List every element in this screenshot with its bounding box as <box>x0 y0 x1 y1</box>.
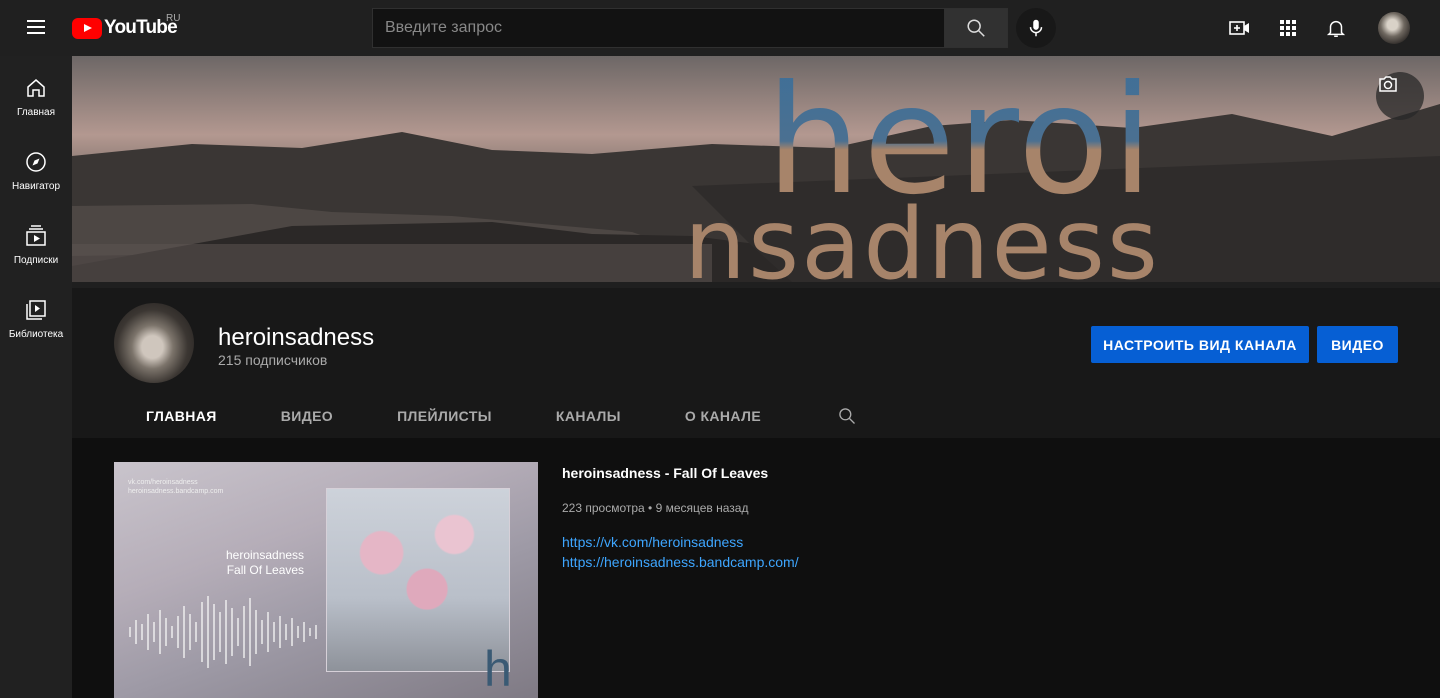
notifications-button[interactable] <box>1324 16 1348 40</box>
account-avatar[interactable] <box>1378 12 1410 44</box>
thumbnail-logo-letter: h <box>484 641 512 697</box>
svg-text:nsadness: nsadness <box>684 188 1160 282</box>
thumbnail-caption: vk.com/heroinsadness heroinsadness.bandc… <box>128 479 224 495</box>
sidebar-item-home[interactable]: Главная <box>0 56 72 130</box>
search-bar <box>372 8 1008 48</box>
channel-search-button[interactable] <box>823 392 871 440</box>
youtube-logo[interactable]: YouTube <box>72 17 178 39</box>
apps-button[interactable] <box>1276 16 1300 40</box>
tab-home[interactable]: ГЛАВНАЯ <box>114 392 249 440</box>
region-label: RU <box>166 13 181 24</box>
sidebar-item-label: Навигатор <box>11 181 61 192</box>
description-link-bandcamp[interactable]: https://heroinsadness.bandcamp.com/ <box>562 554 799 570</box>
featured-video-meta: 223 просмотра • 9 месяцев назад <box>562 501 749 515</box>
sidebar-item-label: Главная <box>16 107 56 118</box>
camera-icon <box>1379 76 1397 92</box>
tab-about[interactable]: О КАНАЛЕ <box>653 392 793 440</box>
featured-video-title[interactable]: heroinsadness - Fall Of Leaves <box>562 465 768 481</box>
featured-video-thumbnail[interactable]: vk.com/heroinsadness heroinsadness.bandc… <box>114 462 538 698</box>
channel-content: vk.com/heroinsadness heroinsadness.bandc… <box>72 438 1440 698</box>
sidebar-item-explore[interactable]: Навигатор <box>0 130 72 204</box>
customize-channel-button[interactable]: НАСТРОИТЬ ВИД КАНАЛА <box>1091 326 1309 363</box>
apps-grid-icon <box>1280 20 1296 36</box>
channel-avatar[interactable] <box>114 303 194 383</box>
home-icon <box>27 79 45 97</box>
banner-title: heroi nsadness <box>684 56 1160 282</box>
waveform-graphic <box>129 596 317 668</box>
album-cover-art <box>326 488 510 672</box>
search-input[interactable] <box>372 8 944 48</box>
tab-playlists[interactable]: ПЛЕЙЛИСТЫ <box>365 392 524 440</box>
channel-name: heroinsadness <box>218 324 375 351</box>
description-link-vk[interactable]: https://vk.com/heroinsadness <box>562 534 743 550</box>
top-bar: YouTube RU <box>0 0 1440 56</box>
sidebar-item-label: Библиотека <box>8 329 64 340</box>
create-video-button[interactable] <box>1228 16 1252 40</box>
manage-videos-button[interactable]: ВИДЕО <box>1317 326 1398 363</box>
sidebar-item-label: Подписки <box>13 255 59 266</box>
tab-channels[interactable]: КАНАЛЫ <box>524 392 653 440</box>
library-icon <box>26 300 46 320</box>
channel-banner: heroi nsadness <box>72 56 1440 282</box>
sidebar: Главная Навигатор Подписки Библиотека <box>0 56 72 698</box>
sidebar-item-library[interactable]: Библиотека <box>0 278 72 352</box>
voice-search-button[interactable] <box>1016 8 1056 48</box>
channel-tabs: ГЛАВНАЯ ВИДЕО ПЛЕЙЛИСТЫ КАНАЛЫ О КАНАЛЕ <box>114 392 871 440</box>
search-icon <box>967 19 985 37</box>
subscriptions-icon <box>26 225 46 246</box>
thumbnail-title: heroinsadness Fall Of Leaves <box>226 548 305 577</box>
menu-icon[interactable] <box>24 16 48 40</box>
compass-icon <box>26 152 46 172</box>
microphone-icon <box>1029 19 1043 37</box>
edit-banner-button[interactable] <box>1376 72 1424 120</box>
video-plus-icon <box>1229 21 1249 35</box>
channel-header: heroinsadness 215 подписчиков НАСТРОИТЬ … <box>72 282 1440 440</box>
youtube-play-icon <box>72 17 102 39</box>
sidebar-item-subscriptions[interactable]: Подписки <box>0 204 72 278</box>
bell-icon <box>1326 20 1346 37</box>
search-button[interactable] <box>944 8 1008 48</box>
tab-videos[interactable]: ВИДЕО <box>249 392 365 440</box>
subscriber-count: 215 подписчиков <box>218 352 328 368</box>
search-icon <box>839 408 856 424</box>
